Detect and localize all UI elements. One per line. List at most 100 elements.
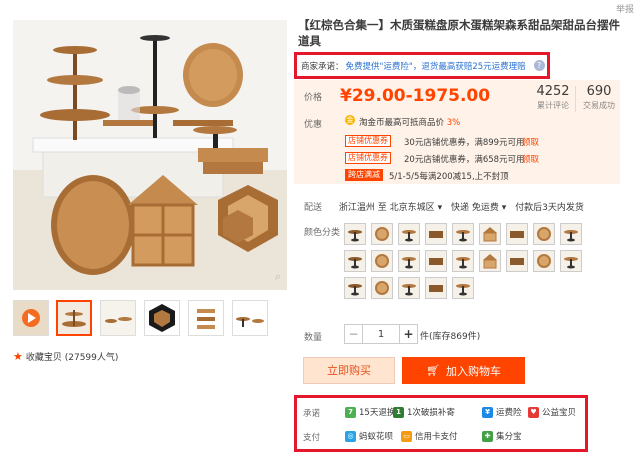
star-icon: ★ [13, 350, 23, 363]
color-swatch-18[interactable] [560, 250, 582, 272]
color-swatch-17[interactable] [533, 250, 555, 272]
color-swatch-14[interactable] [452, 250, 474, 272]
zoom-icon[interactable]: ⌕ [275, 270, 281, 284]
color-swatch-1[interactable] [344, 223, 366, 245]
promise-text[interactable]: 免费提供"运费险"，退货最高获赔25元运费理赔 [346, 60, 526, 72]
promise-item-label: 1次破损补寄 [407, 408, 455, 418]
color-swatch-7[interactable] [506, 223, 528, 245]
reviews-label: 累计评论 [537, 101, 569, 110]
color-swatch-9[interactable] [560, 223, 582, 245]
chevron-down-icon: ▾ [501, 203, 507, 213]
ship-time: 付款后3天内发货 [515, 203, 584, 213]
coin-percent: 3% [446, 118, 461, 128]
question-icon[interactable]: ? [533, 60, 545, 71]
stat-divider [575, 86, 576, 112]
ship-method-select[interactable]: 快递 免运费 ▾ [451, 203, 506, 213]
color-swatch-5[interactable] [452, 223, 474, 245]
coupon-claim-1[interactable]: 领取 [522, 136, 539, 148]
quantity-label: 数量 [304, 333, 323, 343]
cart-icon: 🛒︎ [426, 364, 440, 377]
price-panel: 价格 ¥29.00-1975.00 4252 累计评论 690 交易成功 优惠 … [294, 80, 620, 184]
color-swatch-19[interactable] [344, 277, 366, 299]
shipping-label: 配送 [304, 203, 323, 213]
main-product-image[interactable]: ⌕ [13, 20, 287, 290]
coin-offer: 淘金币最高可抵商品价 3% [359, 116, 460, 128]
price-value: ¥29.00-1975.00 [340, 86, 491, 106]
promise-label: 商家承诺： [301, 61, 344, 72]
color-swatch-13[interactable] [425, 250, 447, 272]
color-swatch-4[interactable] [425, 223, 447, 245]
reviews-count: 4252 [536, 84, 570, 99]
color-label: 颜色分类 [304, 228, 341, 238]
promo-label: 优惠 [304, 120, 323, 130]
quantity-input[interactable] [363, 324, 399, 344]
merchant-promise: 商家承诺： 免费提供"运费险"，退货最高获赔25元运费理赔 ? [294, 52, 550, 79]
coupon-claim-2[interactable]: 领取 [522, 153, 539, 165]
buy-now-button[interactable]: 立即购买 [303, 357, 395, 384]
ship-to-select[interactable]: 北京东城区 ▾ [390, 203, 442, 213]
coupon-tag-2: 店铺优惠券 [345, 152, 391, 164]
promise-row-label: 承诺 [303, 409, 321, 419]
color-swatch-22[interactable] [425, 277, 447, 299]
color-swatch-12[interactable] [398, 250, 420, 272]
coupon-tag-1: 店铺优惠券 [345, 135, 391, 147]
thumbnail-3[interactable] [144, 300, 180, 336]
sales-label: 交易成功 [583, 101, 615, 110]
thumbnail-4[interactable] [188, 300, 224, 336]
favorite-label: 收藏宝贝 (27599人气) [25, 353, 119, 363]
coupon-text-2: 20元店铺优惠券，满658元可用 [404, 155, 525, 165]
promise-item-2[interactable]: 1 1次破损补寄 [393, 406, 455, 418]
report-link[interactable]: 举报 [616, 2, 634, 15]
color-swatch-20[interactable] [371, 277, 393, 299]
promise-item-icon: ♥ [528, 406, 539, 418]
chevron-down-icon: ▾ [437, 203, 443, 213]
color-swatch-3[interactable] [398, 223, 420, 245]
coin-icon: 金 [345, 115, 355, 125]
thumbnail-strip [13, 300, 287, 338]
color-swatch-23[interactable] [452, 277, 474, 299]
pay-item-label: 集分宝 [496, 432, 522, 442]
decrease-button[interactable]: − [344, 324, 363, 344]
promise-item-1[interactable]: 7 15天退换 [345, 406, 395, 418]
promise-item-icon: ¥ [482, 406, 493, 418]
promise-item-label: 15天退换 [359, 408, 396, 418]
quantity-stepper: − + [344, 324, 418, 344]
ship-to-label: 至 [377, 203, 387, 213]
color-swatch-11[interactable] [371, 250, 393, 272]
pay-item-1[interactable]: ◎ 蚂蚁花呗 [345, 430, 393, 442]
reviews-stat[interactable]: 4252 累计评论 [534, 84, 572, 111]
thumbnail-5[interactable] [232, 300, 268, 336]
pay-item-label: 信用卡支付 [415, 432, 458, 442]
color-swatch-10[interactable] [344, 250, 366, 272]
increase-button[interactable]: + [399, 324, 418, 344]
coupon-text-1: 30元店铺优惠券，满899元可用 [404, 138, 525, 148]
add-to-cart-button[interactable]: 🛒︎ 加入购物车 [402, 357, 525, 384]
stock-text: 件(库存869件) [420, 332, 481, 342]
pay-item-icon: ▭ [401, 430, 412, 442]
thumbnail-1[interactable] [56, 300, 92, 336]
full-reduction-text: 5/1-5/5每满200减15,上不封顶 [389, 172, 509, 182]
pay-item-icon: ◎ [345, 430, 356, 442]
pay-item-2[interactable]: ▭ 信用卡支付 [401, 430, 458, 442]
thumbnail-2[interactable] [100, 300, 136, 336]
full-reduction-tag: 跨店满减 [345, 169, 383, 181]
promise-item-4[interactable]: ♥ 公益宝贝 [528, 406, 576, 418]
pay-item-3[interactable]: ✚ 集分宝 [482, 430, 522, 442]
color-swatch-21[interactable] [398, 277, 420, 299]
promise-item-icon: 1 [393, 406, 404, 418]
sales-count: 690 [586, 84, 612, 99]
promise-item-label: 运费险 [496, 408, 522, 418]
ship-from: 浙江温州 [338, 203, 375, 213]
color-swatch-15[interactable] [479, 250, 501, 272]
product-title: 【红棕色合集一】木质蛋糕盘原木蛋糕架森系甜品架甜品台摆件道具 [298, 18, 620, 48]
shipping-row: 配送 浙江温州 至 北京东城区 ▾ 快递 免运费 ▾ 付款后3天内发货 [304, 200, 584, 213]
favorite-button[interactable]: ★ 收藏宝贝 (27599人气) [13, 350, 118, 363]
promise-item-3[interactable]: ¥ 运费险 [482, 406, 522, 418]
pay-item-icon: ✚ [482, 430, 493, 442]
color-swatch-6[interactable] [479, 223, 501, 245]
color-swatch-16[interactable] [506, 250, 528, 272]
ship-method: 快递 免运费 [450, 203, 499, 213]
color-swatch-8[interactable] [533, 223, 555, 245]
thumbnail-video[interactable] [13, 300, 49, 336]
color-swatch-2[interactable] [371, 223, 393, 245]
